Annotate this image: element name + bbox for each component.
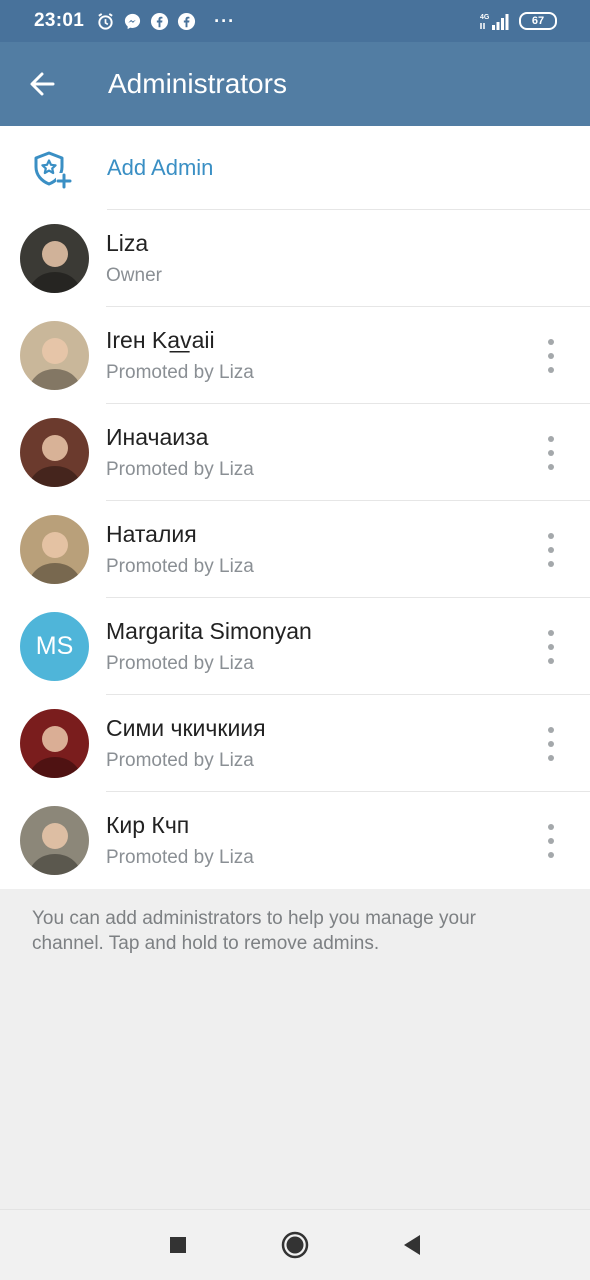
menu-dot (548, 547, 554, 553)
more-options-icon[interactable] (538, 630, 564, 664)
avatar (20, 224, 89, 293)
menu-dot (548, 450, 554, 456)
admin-name: Сими чкичкиия (106, 715, 266, 741)
menu-dot (548, 741, 554, 747)
facebook-icon (151, 12, 169, 30)
messenger-icon (125, 13, 141, 29)
status-system-icons: 4G 67 (479, 11, 557, 31)
status-time: 23:01 (34, 10, 85, 31)
menu-dot (548, 436, 554, 442)
menu-dot (548, 727, 554, 733)
menu-dot (548, 644, 554, 650)
admin-name: Liza (106, 230, 149, 256)
avatar-photo (29, 532, 81, 584)
admin-row[interactable]: Liza Owner (0, 210, 590, 307)
menu-dot (548, 824, 554, 830)
avatar-initials: MS (35, 632, 74, 660)
shield-star-plus-icon (34, 151, 72, 189)
add-admin-button[interactable]: Add Admin (0, 126, 590, 210)
avatar-photo (29, 435, 81, 487)
alarm-icon (98, 12, 113, 30)
admin-role: Promoted by Liza (106, 750, 254, 771)
admin-role: Promoted by Liza (106, 847, 254, 868)
more-options-icon[interactable] (538, 727, 564, 761)
avatar (20, 321, 89, 390)
avatar-photo (29, 241, 81, 293)
add-admin-label: Add Admin (107, 155, 214, 180)
status-bar: 23:01 ··· 4G 67 (0, 0, 590, 42)
admin-role: Promoted by Liza (106, 556, 254, 577)
avatar: MS (20, 612, 89, 681)
admin-role: Promoted by Liza (106, 459, 254, 480)
more-options-icon[interactable] (538, 339, 564, 373)
admin-row[interactable]: Кир Кчп Promoted by Liza (0, 792, 590, 889)
admin-name: Наталия (106, 521, 197, 547)
facebook-icon (178, 12, 196, 30)
system-back-button[interactable] (392, 1225, 432, 1265)
more-options-icon[interactable] (538, 436, 564, 470)
battery-icon: 67 (519, 12, 557, 30)
recents-button[interactable] (158, 1225, 198, 1265)
menu-dot (548, 339, 554, 345)
recents-square-icon (170, 1237, 187, 1253)
avatar (20, 806, 89, 875)
admin-name: Irен Ka͟vaii (106, 327, 215, 353)
menu-dot (548, 838, 554, 844)
admin-role: Owner (106, 265, 162, 286)
admin-row[interactable]: Иначаиза Promoted by Liza (0, 404, 590, 501)
avatar (20, 418, 89, 487)
status-notification-icons: ··· (96, 11, 235, 32)
menu-dot (548, 464, 554, 470)
menu-dot (548, 367, 554, 373)
admins-help-text: You can add administrators to help you m… (32, 908, 476, 954)
back-button[interactable] (0, 42, 84, 126)
admin-name: Margarita Simonyan (106, 618, 312, 644)
avatar (20, 709, 89, 778)
admin-role: Promoted by Liza (106, 653, 254, 674)
home-circle-icon (281, 1231, 309, 1259)
admins-list: Add Admin Liza Owner Irен Ka͟vaii Promoted … (0, 126, 590, 889)
admin-name: Иначаиза (106, 424, 209, 450)
app-bar: Administrators (0, 42, 590, 126)
avatar-photo (29, 338, 81, 390)
more-options-icon[interactable] (538, 824, 564, 858)
more-options-icon[interactable] (538, 533, 564, 567)
page-title: Administrators (108, 68, 287, 99)
avatar-photo (29, 823, 81, 875)
admin-row[interactable]: Сими чкичкиия Promoted by Liza (0, 695, 590, 792)
menu-dot (548, 630, 554, 636)
avatar-photo (29, 726, 81, 778)
home-button[interactable] (275, 1225, 315, 1265)
arrow-left-icon (30, 72, 55, 96)
admin-name: Кир Кчп (106, 812, 190, 838)
menu-dot (548, 755, 554, 761)
admin-row[interactable]: Irен Ka͟vaii Promoted by Liza (0, 307, 590, 404)
signal-icon: 4G (480, 14, 509, 30)
more-notifications-icon: ··· (214, 10, 236, 31)
battery-level: 67 (531, 15, 545, 27)
admin-role: Promoted by Liza (106, 362, 254, 383)
admin-row[interactable]: Наталия Promoted by Liza (0, 501, 590, 598)
menu-dot (548, 533, 554, 539)
menu-dot (548, 353, 554, 359)
menu-dot (548, 561, 554, 567)
avatar (20, 515, 89, 584)
menu-dot (548, 658, 554, 664)
system-navigation-bar (0, 1209, 590, 1280)
admin-row[interactable]: MS Margarita Simonyan Promoted by Liza (0, 598, 590, 695)
network-type-label: 4G (480, 14, 490, 21)
menu-dot (548, 852, 554, 858)
back-triangle-icon (403, 1235, 420, 1255)
